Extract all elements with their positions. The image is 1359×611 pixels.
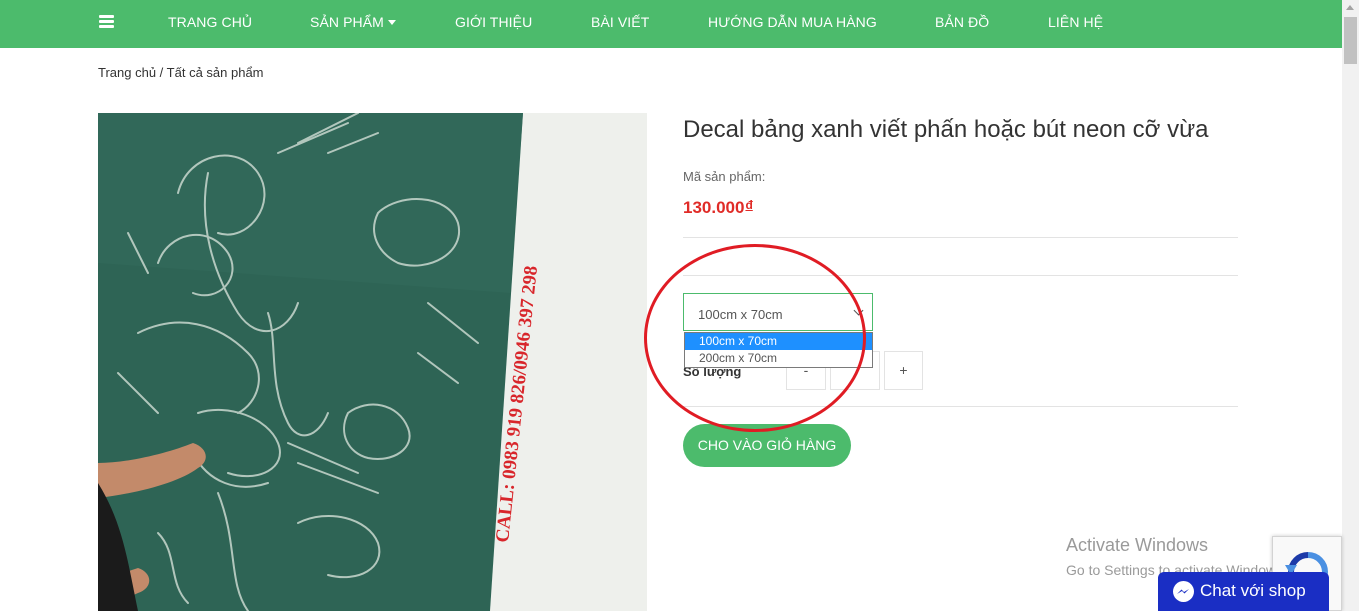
chevron-down-icon [853, 305, 864, 316]
quantity-plus-button[interactable]: + [884, 351, 923, 390]
windows-watermark-title: Activate Windows [1066, 535, 1209, 555]
caret-down-icon [387, 20, 396, 25]
chat-with-shop-label: Chat với shop [1200, 581, 1306, 600]
divider [683, 406, 1238, 407]
variant-option[interactable]: 200cm x 70cm [685, 350, 872, 367]
price-value: 130.000 [683, 198, 745, 217]
breadcrumb-separator: / [156, 65, 167, 80]
scrollbar-thumb[interactable] [1344, 17, 1357, 64]
product-price: 130.000đ [683, 198, 753, 218]
scroll-up-icon[interactable] [1346, 5, 1354, 10]
breadcrumb-current: Tất cả sản phẩm [166, 65, 264, 80]
nav-item-buying-guide[interactable]: HƯỚNG DẪN MUA HÀNG [708, 14, 877, 30]
add-to-cart-button[interactable]: CHO VÀO GIỎ HÀNG [683, 424, 851, 467]
main-nav: TRANG CHỦ SẢN PHẨM GIỚI THIỆU BÀI VIẾT H… [0, 0, 1342, 48]
breadcrumb-home-link[interactable]: Trang chủ [98, 65, 156, 80]
nav-item-about[interactable]: GIỚI THIỆU [455, 14, 532, 30]
menu-icon[interactable] [99, 15, 114, 28]
price-currency: đ [745, 198, 753, 212]
messenger-icon [1173, 581, 1194, 602]
variant-select-value: 100cm x 70cm [698, 307, 783, 322]
chat-with-shop-button[interactable]: Chat với shop [1158, 572, 1329, 611]
nav-item-home[interactable]: TRANG CHỦ [168, 14, 252, 30]
page: TRANG CHỦ SẢN PHẨM GIỚI THIỆU BÀI VIẾT H… [0, 0, 1359, 611]
divider [683, 275, 1238, 276]
nav-item-map[interactable]: BẢN ĐỒ [935, 14, 989, 30]
chalkboard-photo: CALL: 0983 919 826/0946 397 298 [98, 113, 647, 611]
page-scrollbar[interactable] [1342, 0, 1359, 611]
product-image[interactable]: CALL: 0983 919 826/0946 397 298 [98, 113, 647, 611]
variant-option[interactable]: 100cm x 70cm [685, 333, 872, 350]
nav-item-contact[interactable]: LIÊN HỆ [1048, 14, 1103, 30]
variant-dropdown-list: 100cm x 70cm 200cm x 70cm [684, 332, 873, 368]
sku-label: Mã sản phẩm: [683, 169, 766, 184]
nav-item-articles[interactable]: BÀI VIẾT [591, 14, 649, 30]
nav-item-products[interactable]: SẢN PHẨM [310, 14, 396, 30]
variant-select[interactable]: 100cm x 70cm [683, 293, 873, 331]
divider [683, 237, 1238, 238]
nav-item-products-label: SẢN PHẨM [310, 14, 384, 30]
breadcrumb: Trang chủ / Tất cả sản phẩm [98, 65, 264, 80]
product-title: Decal bảng xanh viết phấn hoặc bút neon … [683, 116, 1209, 143]
